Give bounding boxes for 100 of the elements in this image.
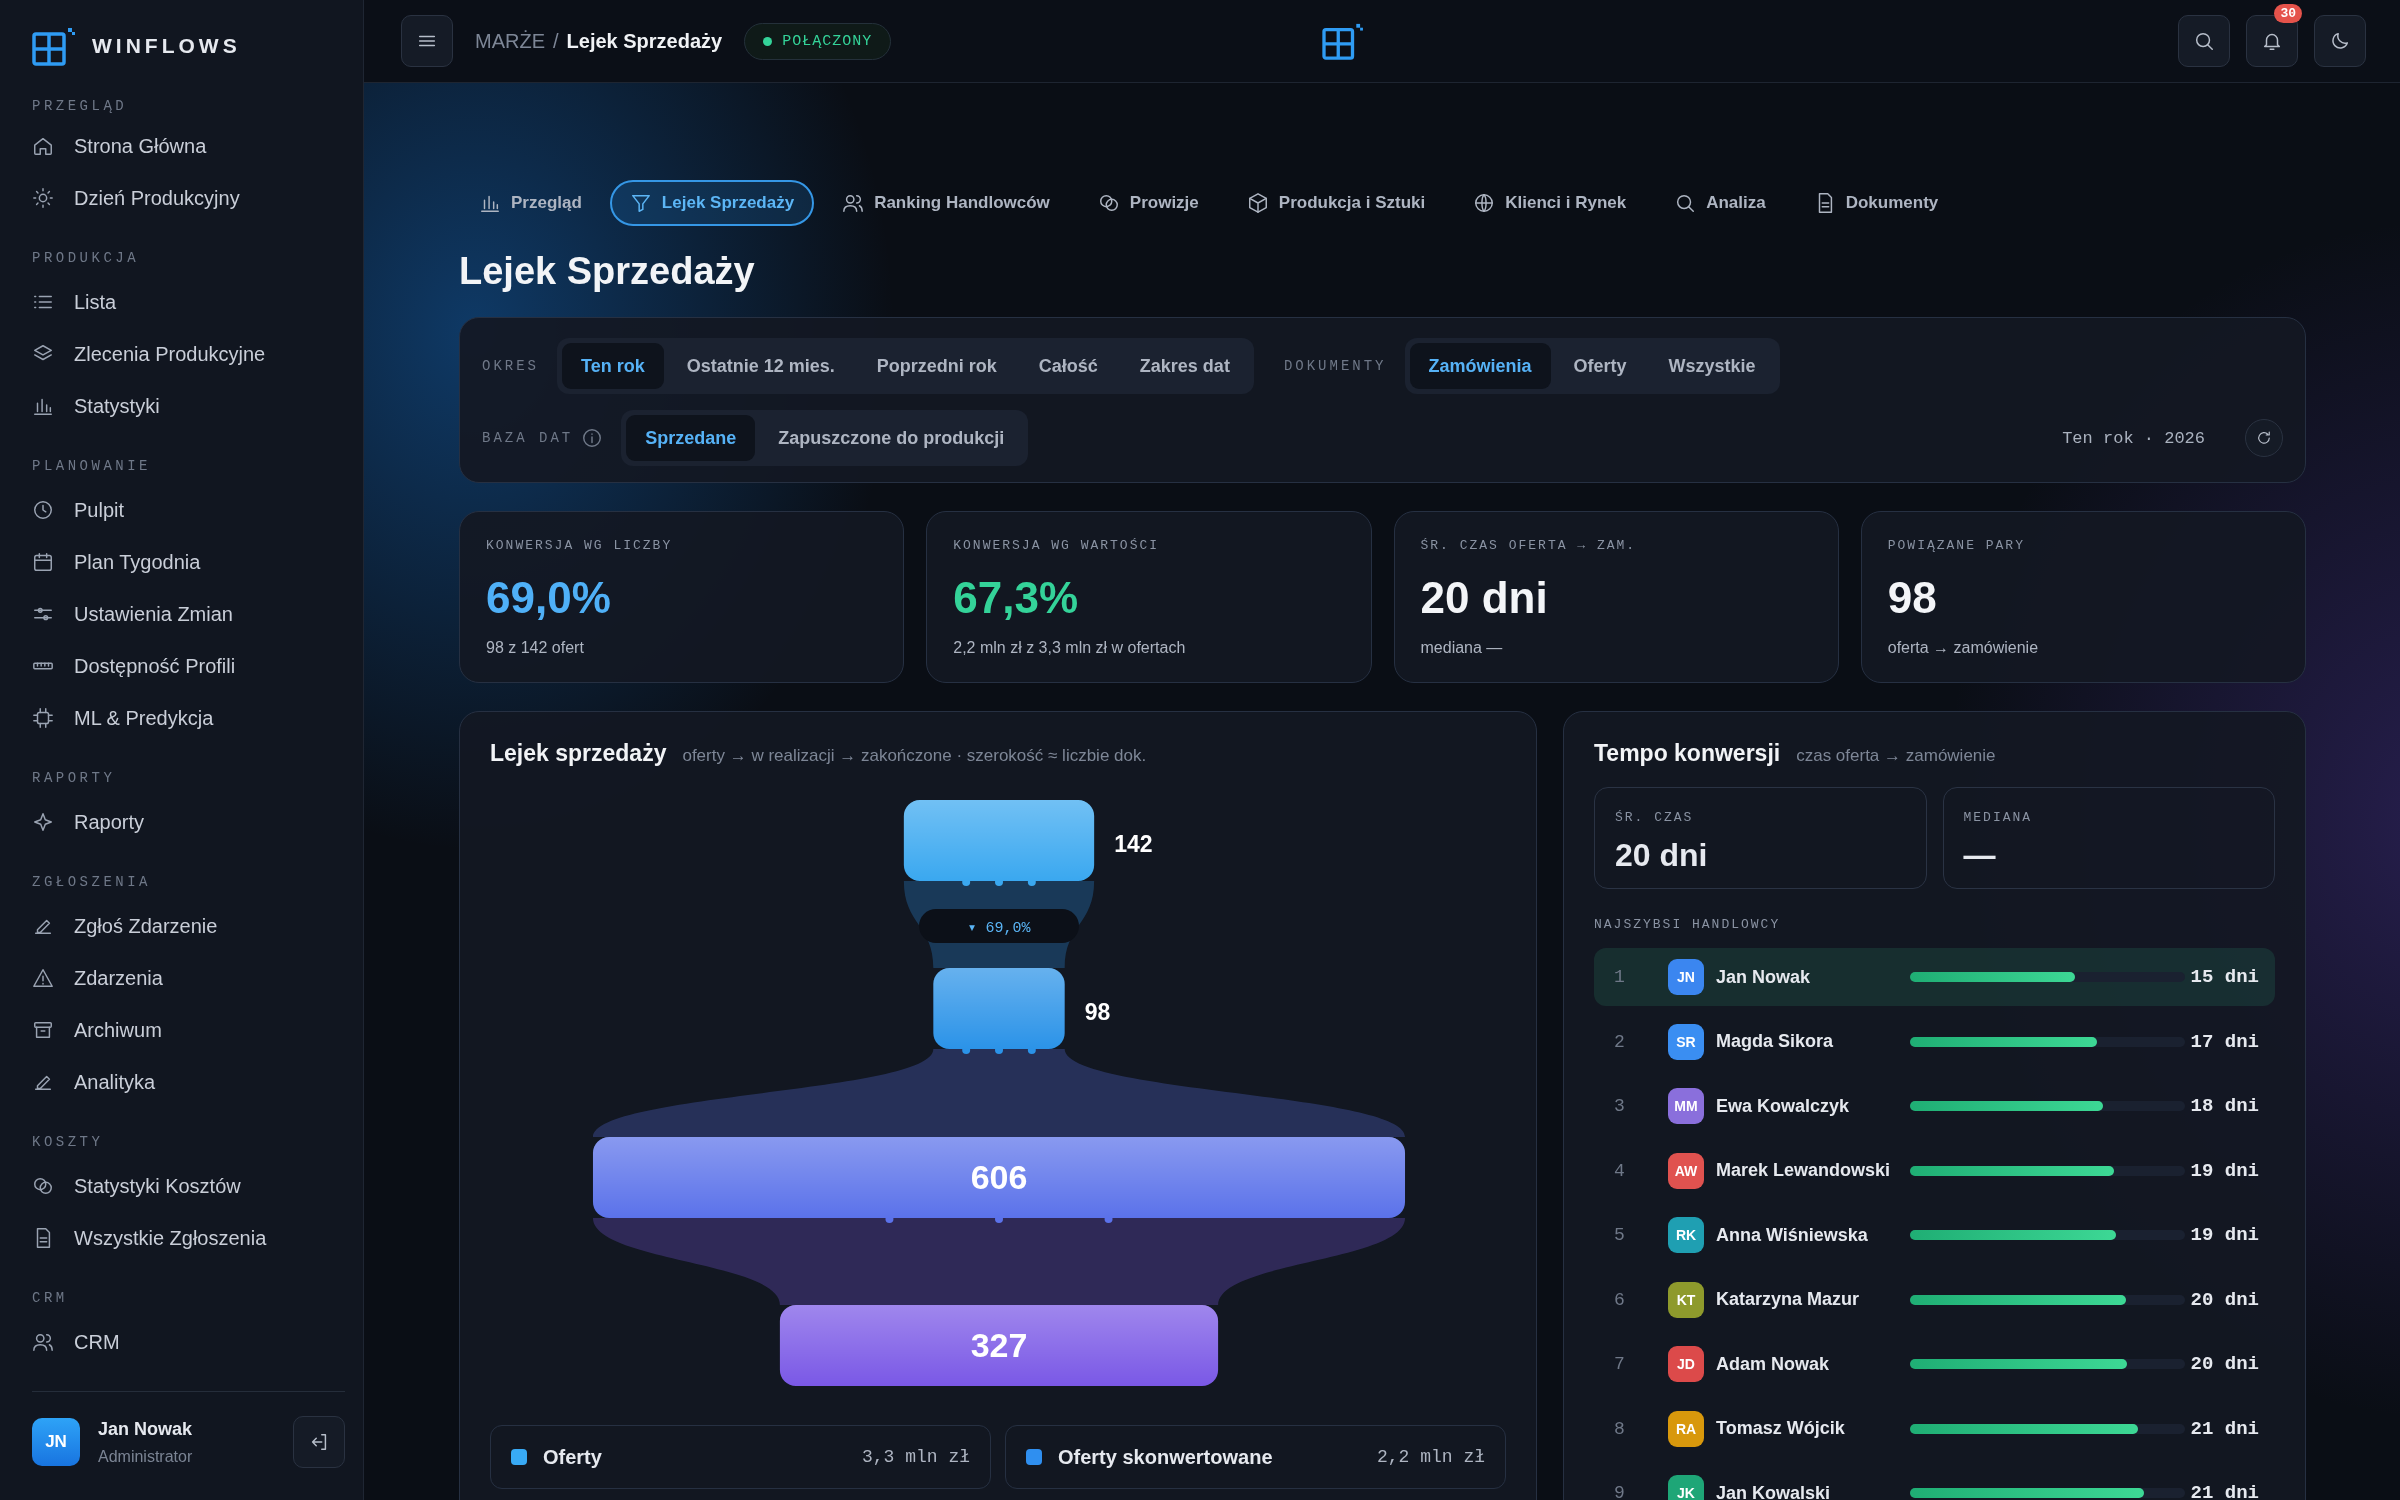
ranking-row[interactable]: 5 RK Anna Wiśniewska 19 dni [1594,1206,2275,1264]
ranking-row[interactable]: 8 RA Tomasz Wójcik 21 dni [1594,1399,2275,1458]
kpi-value: 67,3% [953,573,1079,623]
moon-icon [2329,30,2351,52]
section-label: PRODUKCJA [32,249,141,268]
segment-option[interactable]: Całość [1019,343,1117,389]
users-icon [842,192,865,214]
stage-value: 327 [970,1325,1028,1364]
kpi-label: KONWERSJA WG LICZBY [486,538,674,553]
rep-days: 20 dni [2190,1353,2259,1375]
breadcrumb-current: Lejek Sprzedaży [566,29,723,53]
rank-number: 3 [1614,1096,1626,1116]
sidebar-item[interactable]: Zdarzenia [32,952,345,1004]
sidebar-item[interactable]: Lista [32,276,345,328]
refresh-button[interactable] [2245,419,2283,457]
panel-subtitle: czas oferta → zamówienie [1796,746,1996,766]
globe-icon [1473,192,1496,214]
stat-label: MEDIANA [1963,810,2034,825]
ranking-row[interactable]: 6 KT Katarzyna Mazur 20 dni [1594,1270,2275,1329]
segment-option[interactable]: Sprzedane [626,415,756,461]
archive-icon [32,1019,54,1041]
rep-days: 15 dni [2190,966,2259,988]
sidebar-item[interactable]: Dostępność Profili [32,640,345,692]
sidebar-item[interactable]: Archiwum [32,1004,345,1056]
sidebar-item[interactable]: Pulpit [32,484,345,536]
ranking-row[interactable]: 4 AW Marek Lewandowski 19 dni [1594,1141,2275,1200]
nav-tab[interactable]: Lejek Sprzedaży [609,180,815,226]
user-role: Administrator [98,1447,194,1466]
segment-option[interactable]: Ten rok [562,343,664,389]
kpi-note: 2,2 mln zł z 3,3 mln zł w ofertach [953,639,1187,657]
ranking-row[interactable]: 1 JN Jan Nowak 15 dni [1594,948,2275,1006]
ranking-row[interactable]: 9 JK Jan Kowalski 21 dni [1594,1464,2275,1500]
ranking-row[interactable]: 2 SR Magda Sikora 17 dni [1594,1012,2275,1071]
legend-label: Oferty skonwertowane [1058,1445,1274,1469]
home-icon [32,135,54,157]
panel-subtitle: oferty → w realizacji → zakończone · szerokość ≈ liczbie dok. [682,746,1147,766]
conversion-badge: ▾ 69,0% [919,909,1079,943]
rank-number: 8 [1614,1418,1626,1439]
nav-tab[interactable]: Dokumenty [1793,180,1959,226]
search-button[interactable] [2178,15,2230,67]
sidebar-item[interactable]: Zlecenia Produkcyjne [32,328,345,380]
sidebar-item[interactable]: Zgłoś Zdarzenie [32,900,345,952]
kpi-value: 69,0% [486,573,612,623]
search-icon [1674,192,1697,214]
circles-icon [1097,192,1120,214]
segment-option[interactable]: Poprzedni rok [857,343,1016,389]
nav-tab[interactable]: Przegląd [459,180,602,226]
logo-icon [32,26,76,66]
kpi-value: 98 [1887,573,1938,623]
nav-tab[interactable]: Produkcja i Sztuki [1226,180,1446,226]
sidebar-item[interactable]: Statystyki Kosztów [32,1160,345,1212]
sidebar-item[interactable]: CRM [32,1316,345,1368]
breadcrumb-separator: / [553,29,559,53]
segment-option[interactable]: Zamówienia [1409,343,1551,389]
segment-option[interactable]: Zapuszczone do produkcji [759,415,1024,461]
chip-icon [32,707,54,729]
nav-tab[interactable]: Analiza [1654,180,1786,226]
sidebar-item[interactable]: ML & Predykcja [32,692,345,744]
sidebar-item[interactable]: Raporty [32,796,345,848]
nav-tab[interactable]: Ranking Handlowców [822,180,1070,226]
rep-days: 19 dni [2190,1224,2259,1246]
segment-option[interactable]: Ostatnie 12 mies. [667,343,854,389]
breadcrumb-link[interactable]: MARŻE [475,29,545,53]
sidebar-item[interactable]: Plan Tygodnia [32,536,345,588]
rep-name: Katarzyna Mazur [1716,1289,1861,1310]
sidebar-item[interactable]: Analityka [32,1056,345,1108]
rep-days: 21 dni [2190,1417,2259,1440]
nav-tab[interactable]: Klienci i Rynek [1453,180,1647,226]
logo-icon [1322,22,1364,60]
segment-option[interactable]: Zakres dat [1120,343,1249,389]
stat-value: — [1963,837,1997,874]
page-title: Lejek Sprzedaży [459,250,756,293]
segment-option[interactable]: Wszystkie [1649,343,1775,389]
logout-button[interactable] [293,1416,345,1468]
ranking-row[interactable]: 3 MM Ewa Kowalczyk 18 dni [1594,1077,2275,1135]
ranking-row[interactable]: 7 JD Adam Nowak 20 dni [1594,1335,2275,1393]
rep-days: 17 dni [2190,1030,2259,1053]
panel-title: Lejek sprzedaży [490,740,667,767]
sidebar-item[interactable]: Dzień Produkcyjny [32,172,345,224]
rep-avatar: KT [1668,1281,1704,1318]
stage-value: 98 [1084,998,1111,1025]
rank-number: 7 [1614,1354,1626,1374]
segment-option[interactable]: Oferty [1554,343,1646,389]
sidebar-item[interactable]: Wszystkie Zgłoszenia [32,1212,345,1264]
kpi-note: mediana — [1420,639,1504,657]
menu-button[interactable] [401,15,453,67]
sidebar-item[interactable]: Strona Główna [32,120,345,172]
legend-value: 2,2 mln zł [1376,1447,1485,1467]
rep-name: Anna Wiśniewska [1716,1224,1869,1246]
theme-button[interactable] [2314,15,2366,67]
kpi-note: 98 z 142 ofert [486,639,585,657]
sidebar-item[interactable]: Ustawienia Zmian [32,588,345,640]
legend-value: 3,3 mln zł [861,1447,970,1467]
rep-name: Adam Nowak [1716,1353,1831,1375]
sidebar-item[interactable]: Statystyki [32,380,345,432]
refresh-icon [2255,429,2273,447]
notifications-button[interactable] [2246,15,2298,67]
nav-tab[interactable]: Prowizje [1077,180,1219,226]
rank-number: 9 [1614,1483,1626,1500]
rank-number: 4 [1614,1160,1626,1181]
